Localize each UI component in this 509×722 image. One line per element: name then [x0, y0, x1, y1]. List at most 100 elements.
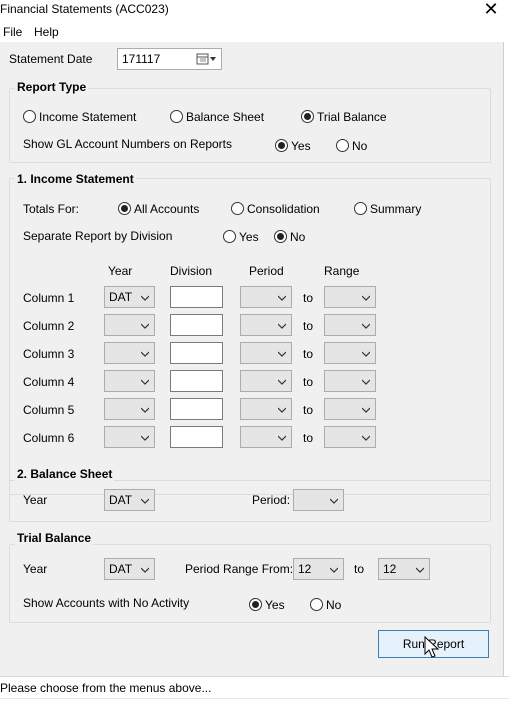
report-type-title: Report Type — [15, 80, 89, 94]
separate-division-label: Separate Report by Division — [23, 229, 173, 243]
chevron-down-icon — [141, 379, 149, 385]
column-range-select[interactable] — [324, 286, 376, 308]
radio-gl-yes[interactable] — [275, 139, 288, 152]
column-period-select[interactable] — [240, 398, 292, 420]
chevron-down-icon — [362, 351, 370, 357]
gl-yes-label: Yes — [291, 139, 311, 153]
radio-income-statement[interactable] — [23, 110, 36, 123]
column-division-input[interactable] — [170, 370, 223, 392]
tb-to-select[interactable]: 12 — [378, 558, 430, 580]
bs-period-label: Period: — [252, 493, 291, 507]
column-to-label: to — [303, 375, 314, 389]
column-period-select[interactable] — [240, 370, 292, 392]
chevron-down-icon — [362, 435, 370, 441]
balance-sheet-group — [9, 480, 491, 522]
statement-date-value: 171117 — [122, 52, 161, 66]
close-icon[interactable]: ✕ — [481, 0, 501, 20]
column-period-select[interactable] — [240, 426, 292, 448]
chevron-down-icon — [141, 498, 149, 504]
column-division-input[interactable] — [170, 398, 223, 420]
column-range-select[interactable] — [324, 370, 376, 392]
column-division-input[interactable] — [170, 342, 223, 364]
division-yes-label: Yes — [239, 230, 259, 244]
chevron-down-icon — [141, 435, 149, 441]
radio-consolidation[interactable] — [231, 202, 244, 215]
title-bar: Financial Statements (ACC023) ✕ — [0, 0, 509, 20]
radio-trial-balance[interactable] — [301, 110, 314, 123]
column-period-select[interactable] — [240, 314, 292, 336]
mouse-pointer-icon — [424, 636, 440, 658]
consolidation-label: Consolidation — [247, 202, 320, 216]
column-year-select[interactable] — [104, 426, 155, 448]
column-division-input[interactable] — [170, 426, 223, 448]
column-to-label: to — [303, 403, 314, 417]
radio-division-yes[interactable] — [223, 230, 236, 243]
statement-date-picker[interactable]: 171117 — [117, 48, 222, 70]
column-range-select[interactable] — [324, 342, 376, 364]
chevron-down-icon — [141, 323, 149, 329]
tb-year-label: Year — [23, 562, 48, 576]
bs-period-select[interactable] — [293, 489, 344, 511]
radio-activity-no[interactable] — [310, 598, 323, 611]
radio-all-accounts[interactable] — [118, 202, 131, 215]
activity-no-label: No — [326, 598, 342, 612]
calendar-icon[interactable] — [196, 53, 218, 65]
column-year-select[interactable] — [104, 398, 155, 420]
radio-activity-yes[interactable] — [249, 598, 262, 611]
form-body: Statement Date 171117 Report Type Income… — [0, 42, 503, 676]
chevron-down-icon — [330, 567, 338, 573]
status-text: Please choose from the menus above... — [0, 681, 212, 695]
header-year: Year — [108, 264, 133, 278]
menu-file[interactable]: File — [3, 25, 22, 39]
column-period-select[interactable] — [240, 342, 292, 364]
chevron-down-icon — [416, 567, 424, 573]
tb-from-select[interactable]: 12 — [293, 558, 344, 580]
radio-division-no[interactable] — [274, 230, 287, 243]
bs-year-value: DAT — [109, 493, 133, 507]
column-to-label: to — [303, 291, 314, 305]
column-to-label: to — [303, 431, 314, 445]
all-accounts-label: All Accounts — [134, 202, 200, 216]
tb-activity-label: Show Accounts with No Activity — [23, 596, 190, 610]
financial-statements-window: Financial Statements (ACC023) ✕ File Hel… — [0, 0, 509, 722]
column-year-select[interactable]: DAT — [104, 286, 155, 308]
trial-balance-group — [9, 544, 491, 623]
column-range-select[interactable] — [324, 398, 376, 420]
column-division-input[interactable] — [170, 314, 223, 336]
division-no-label: No — [290, 230, 306, 244]
activity-yes-label: Yes — [265, 598, 285, 612]
chevron-down-icon — [278, 295, 286, 301]
tb-year-select[interactable]: DAT — [104, 558, 155, 580]
radio-balance-sheet[interactable] — [170, 110, 183, 123]
balance-sheet-title: 2. Balance Sheet — [15, 467, 115, 481]
column-range-select[interactable] — [324, 426, 376, 448]
column-year-select[interactable] — [104, 314, 155, 336]
header-division: Division — [170, 264, 213, 278]
column-row-label: Column 2 — [23, 319, 75, 333]
chevron-down-icon — [362, 379, 370, 385]
column-row-label: Column 1 — [23, 291, 75, 305]
chevron-down-icon — [278, 323, 286, 329]
column-year-select[interactable] — [104, 370, 155, 392]
totals-for-label: Totals For: — [23, 202, 80, 216]
chevron-down-icon — [362, 407, 370, 413]
column-period-select[interactable] — [240, 286, 292, 308]
radio-summary[interactable] — [354, 202, 367, 215]
menu-help[interactable]: Help — [34, 25, 59, 39]
column-division-input[interactable] — [170, 286, 223, 308]
column-year-select[interactable] — [104, 342, 155, 364]
column-range-select[interactable] — [324, 314, 376, 336]
trial-balance-title: Trial Balance — [15, 531, 94, 545]
chevron-down-icon — [330, 498, 338, 504]
chevron-down-icon — [141, 351, 149, 357]
chevron-down-icon — [362, 323, 370, 329]
radio-gl-no[interactable] — [336, 139, 349, 152]
gl-no-label: No — [352, 139, 368, 153]
chevron-down-icon — [278, 351, 286, 357]
statement-date-label: Statement Date — [9, 52, 93, 66]
menu-bar: File Help — [0, 22, 509, 42]
show-gl-label: Show GL Account Numbers on Reports — [23, 137, 232, 151]
bs-year-select[interactable]: DAT — [104, 489, 155, 511]
chevron-down-icon — [141, 295, 149, 301]
header-period: Period — [249, 264, 284, 278]
